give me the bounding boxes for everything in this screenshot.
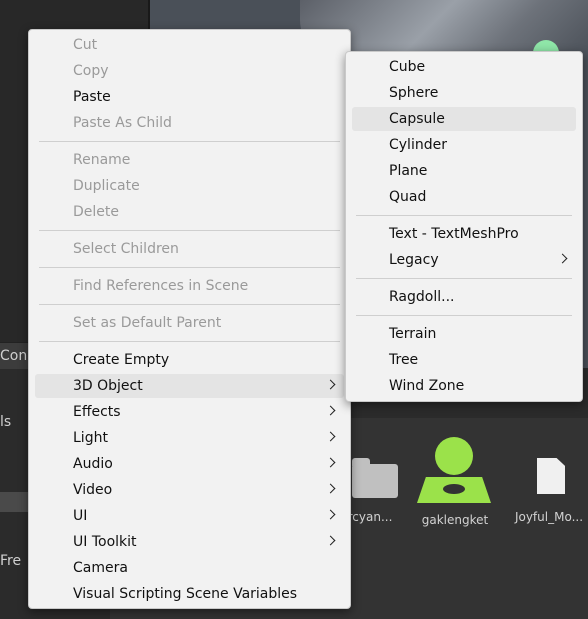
menu-item-find-references[interactable]: Find References in Scene [35,274,344,298]
submenu-item-terrain[interactable]: Terrain [352,322,576,346]
menu-separator [356,315,572,316]
menu-item-create-empty[interactable]: Create Empty [35,348,344,372]
prefab-icon [415,437,495,507]
menu-item-copy[interactable]: Copy [35,59,344,83]
menu-item-audio[interactable]: Audio [35,452,344,476]
menu-item-label: Legacy [389,252,439,268]
menu-item-label: Effects [73,404,121,420]
menu-item-ui[interactable]: UI [35,504,344,528]
chevron-right-icon [325,431,336,442]
submenu-item-textmeshpro[interactable]: Text - TextMeshPro [352,222,576,246]
menu-item-cut[interactable]: Cut [35,33,344,57]
menu-separator [356,278,572,279]
chevron-right-icon [325,509,336,520]
asset-prefab[interactable]: gaklengket [415,437,495,527]
submenu-item-legacy[interactable]: Legacy [352,248,576,272]
menu-item-3d-object[interactable]: 3D Object [35,374,344,398]
submenu-item-wind-zone[interactable]: Wind Zone [352,374,576,398]
menu-separator [39,341,340,342]
project-sidebar-label: ls [0,414,12,430]
folder-icon [352,458,398,498]
submenu-3d-object: Cube Sphere Capsule Cylinder Plane Quad … [345,51,583,402]
menu-item-label: UI [73,508,88,524]
submenu-item-plane[interactable]: Plane [352,159,576,183]
menu-item-paste[interactable]: Paste [35,85,344,109]
menu-separator [39,230,340,231]
chevron-right-icon [325,379,336,390]
menu-item-select-children[interactable]: Select Children [35,237,344,261]
menu-item-camera[interactable]: Camera [35,556,344,580]
submenu-item-quad[interactable]: Quad [352,185,576,209]
project-sidebar-row[interactable] [0,492,28,512]
submenu-item-cube[interactable]: Cube [352,55,576,79]
menu-item-label: UI Toolkit [73,534,137,550]
submenu-item-capsule[interactable]: Capsule [352,107,576,131]
chevron-right-icon [325,457,336,468]
submenu-item-ragdoll[interactable]: Ragdoll... [352,285,576,309]
project-sidebar-item[interactable]: Fre [0,553,21,569]
submenu-item-tree[interactable]: Tree [352,348,576,372]
menu-item-ui-toolkit[interactable]: UI Toolkit [35,530,344,554]
submenu-item-sphere[interactable]: Sphere [352,81,576,105]
menu-item-label: 3D Object [73,378,143,394]
menu-item-delete[interactable]: Delete [35,200,344,224]
menu-item-light[interactable]: Light [35,426,344,450]
menu-separator [39,304,340,305]
menu-item-duplicate[interactable]: Duplicate [35,174,344,198]
menu-item-set-default-parent[interactable]: Set as Default Parent [35,311,344,335]
menu-item-visual-scripting-scene-variables[interactable]: Visual Scripting Scene Variables [35,582,344,606]
asset-document[interactable]: Joyful_Mo... [509,440,588,524]
menu-separator [356,215,572,216]
context-menu: Cut Copy Paste Paste As Child Rename Dup… [28,29,351,609]
chevron-right-icon [557,253,568,264]
document-icon [537,458,565,494]
menu-item-label: Light [73,430,108,446]
menu-separator [39,141,340,142]
menu-item-label: Audio [73,456,113,472]
asset-name: Joyful_Mo... [514,510,584,524]
chevron-right-icon [325,535,336,546]
asset-name: gaklengket [421,513,489,527]
menu-item-paste-as-child[interactable]: Paste As Child [35,111,344,135]
menu-item-rename[interactable]: Rename [35,148,344,172]
chevron-right-icon [325,405,336,416]
menu-separator [39,267,340,268]
menu-item-video[interactable]: Video [35,478,344,502]
chevron-right-icon [325,483,336,494]
menu-item-effects[interactable]: Effects [35,400,344,424]
submenu-item-cylinder[interactable]: Cylinder [352,133,576,157]
menu-item-label: Video [73,482,113,498]
